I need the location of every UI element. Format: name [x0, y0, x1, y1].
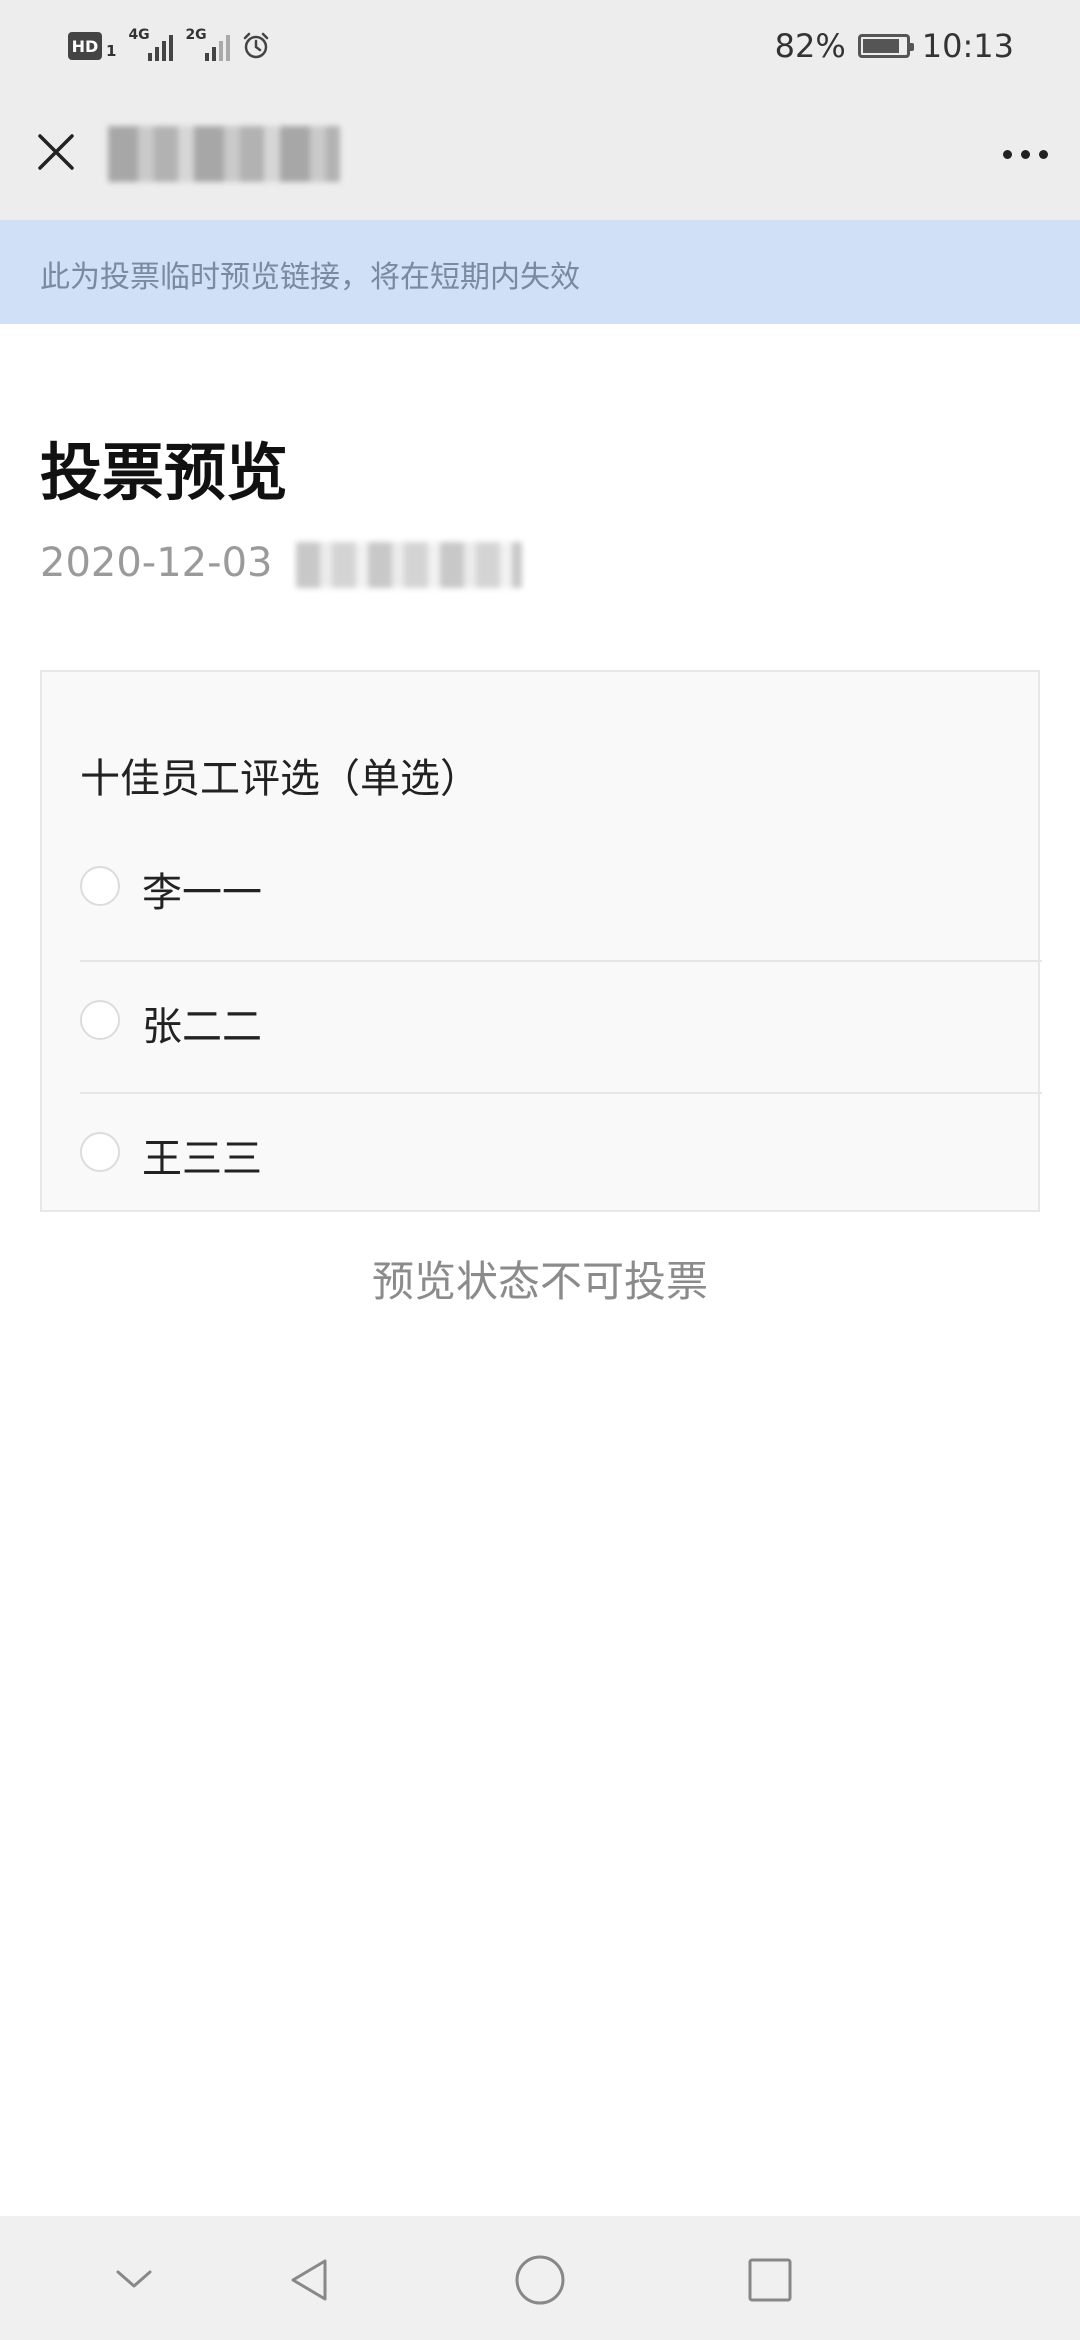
option-label: 张二二 [142, 1004, 262, 1050]
alarm-icon [244, 32, 269, 59]
option-label: 李一一 [142, 870, 262, 916]
close-icon [38, 134, 74, 170]
more-icon [1002, 149, 1012, 159]
page-title: 投票预览 [40, 436, 289, 509]
signal-4g-icon: 4G [128, 27, 174, 61]
publish-date: 2020-12-03 [40, 540, 273, 586]
notice-banner: 此为投票临时预览链接，将在短期内失效 [0, 220, 1080, 324]
vote-option[interactable]: 张二二 [80, 960, 1042, 1094]
recents-icon [748, 2258, 792, 2302]
collapse-button[interactable] [106, 2252, 162, 2308]
signal-2g-icon: 2G [185, 27, 231, 61]
sim-number: 1 [106, 42, 117, 60]
back-icon [291, 2259, 327, 2301]
status-bar: HD 1 4G 2G 82% 10:13 [0, 0, 1080, 92]
battery-percent: 82% [774, 27, 846, 65]
chevron-down-icon [116, 2270, 152, 2288]
option-label: 王三三 [142, 1136, 262, 1182]
home-icon [515, 2255, 565, 2305]
more-button[interactable] [990, 124, 1060, 184]
system-nav-bar [0, 2216, 1080, 2340]
notice-text: 此为投票临时预览链接，将在短期内失效 [40, 260, 580, 295]
hd-badge: HD [68, 32, 102, 60]
blurred-author [296, 542, 522, 588]
close-button[interactable] [24, 120, 88, 184]
battery-icon [857, 34, 914, 58]
vote-question: 十佳员工评选（单选） [80, 756, 480, 802]
blurred-page-title [108, 126, 340, 182]
status-right: 82% 10:13 [775, 22, 1014, 70]
clock: 10:13 [921, 27, 1014, 65]
back-button[interactable] [282, 2252, 338, 2308]
status-indicators: HD 1 4G 2G [68, 24, 270, 68]
vote-option[interactable]: 李一一 [80, 828, 1042, 960]
radio-button[interactable] [80, 866, 120, 906]
home-button[interactable] [512, 2252, 568, 2308]
radio-button[interactable] [80, 1000, 120, 1040]
preview-note: 预览状态不可投票 [371, 1257, 708, 1306]
nav-bar [0, 92, 1080, 220]
radio-button[interactable] [80, 1132, 120, 1172]
page: HD 1 4G 2G 82% 10:13 此为投票临时预览链接，将在短期内失效 … [0, 0, 1080, 2340]
recents-button[interactable] [742, 2252, 798, 2308]
vote-option[interactable]: 王三三 [80, 1092, 1042, 1226]
vote-card: 十佳员工评选（单选） 李一一 张二二 王三三 [40, 670, 1042, 1212]
